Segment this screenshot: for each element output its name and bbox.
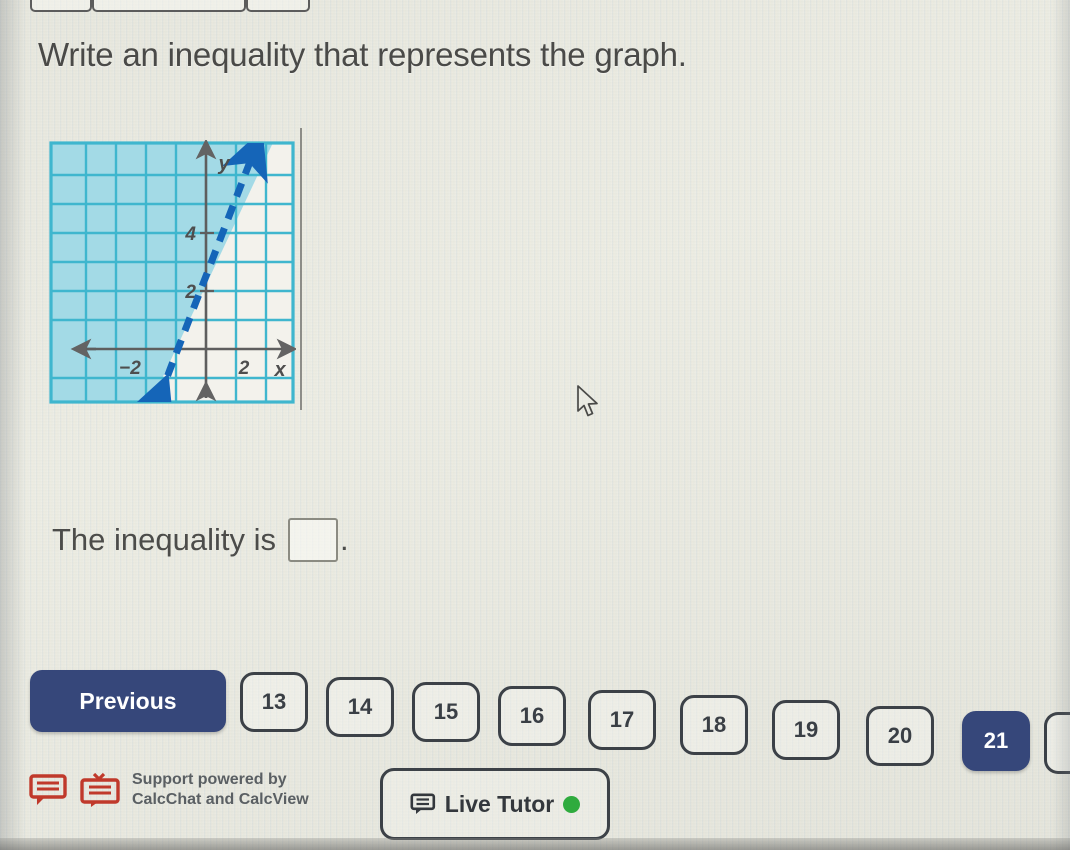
y-tick-4: 4 [184,224,196,245]
footer-bar: Support powered by CalcChat and CalcView… [28,766,1068,846]
figure-divider-rule [300,128,302,410]
inequality-graph: 4 2 −2 2 x y [48,140,296,405]
answer-input-box[interactable] [288,518,339,562]
x-axis-label: x [273,359,286,381]
left-edge-shadow [0,0,26,850]
top-chrome-strip [0,0,1070,12]
support-text: Support powered by CalcChat and CalcView [132,771,309,808]
right-edge-shadow [1052,0,1070,850]
page-button-20[interactable]: 20 [866,706,934,766]
page-button-15[interactable]: 15 [412,682,480,742]
answer-line: The inequality is . [52,518,349,562]
pagination-bar: Previous 13 14 15 16 17 18 19 20 21 [30,668,1070,774]
live-tutor-label: Live Tutor [444,790,555,817]
page-button-17[interactable]: 17 [588,690,656,750]
previous-button[interactable]: Previous [30,670,226,732]
page-button-21[interactable]: 21 [962,711,1030,771]
page-button-19[interactable]: 19 [772,700,840,760]
question-title: Write an inequality that represents the … [38,36,687,73]
top-tab-3[interactable] [246,0,310,12]
y-tick-2: 2 [184,282,196,303]
live-tutor-status-dot [563,795,581,813]
page-button-18[interactable]: 18 [680,695,748,755]
top-tab-2[interactable] [92,0,246,12]
page-button-14[interactable]: 14 [326,677,394,737]
chat-bubble-icon[interactable] [28,773,68,807]
y-axis-label: y [217,153,230,175]
page-button-16[interactable]: 16 [498,686,566,746]
x-tick-2: 2 [238,358,250,379]
x-tick-neg2: −2 [119,358,141,379]
page-button-13[interactable]: 13 [240,672,308,732]
graph-svg: 4 2 −2 2 x y [49,140,296,404]
support-block: Support powered by CalcChat and CalcView [28,770,309,809]
calcview-monitor-icon[interactable] [78,772,122,808]
bottom-edge-strip [0,838,1070,850]
answer-suffix: . [340,522,349,557]
live-tutor-button[interactable]: Live Tutor [380,768,610,840]
live-tutor-chat-icon [410,793,435,814]
top-tab-1[interactable] [30,0,92,12]
answer-prefix-label: The inequality is [52,522,277,557]
mouse-pointer-icon [577,385,598,417]
